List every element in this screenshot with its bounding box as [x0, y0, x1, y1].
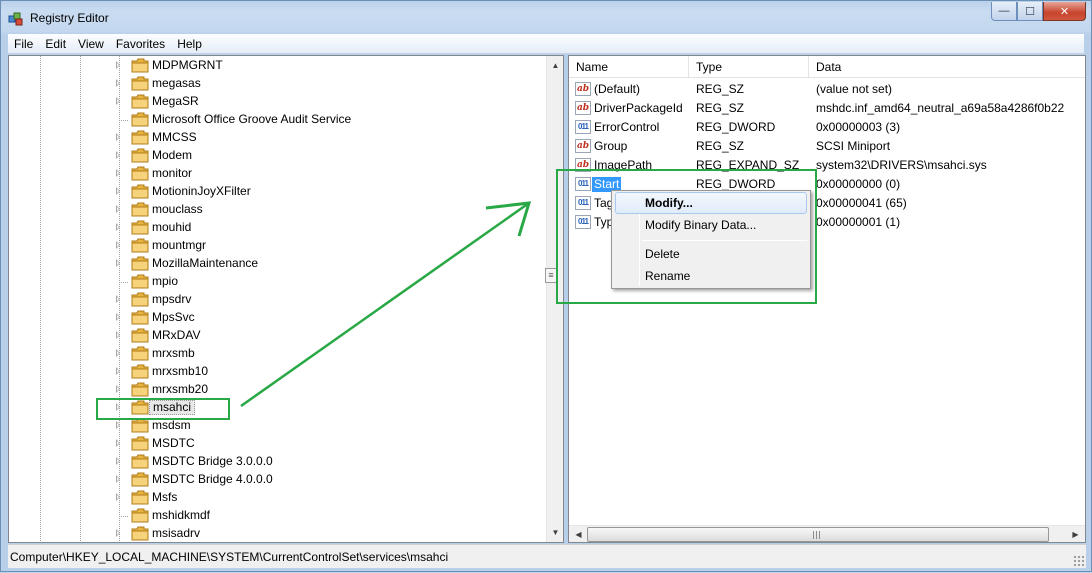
annotation-arrow — [240, 201, 532, 408]
registry-editor-window: Registry Editor — ☐ ✕ File Edit View Fav… — [0, 0, 1092, 572]
